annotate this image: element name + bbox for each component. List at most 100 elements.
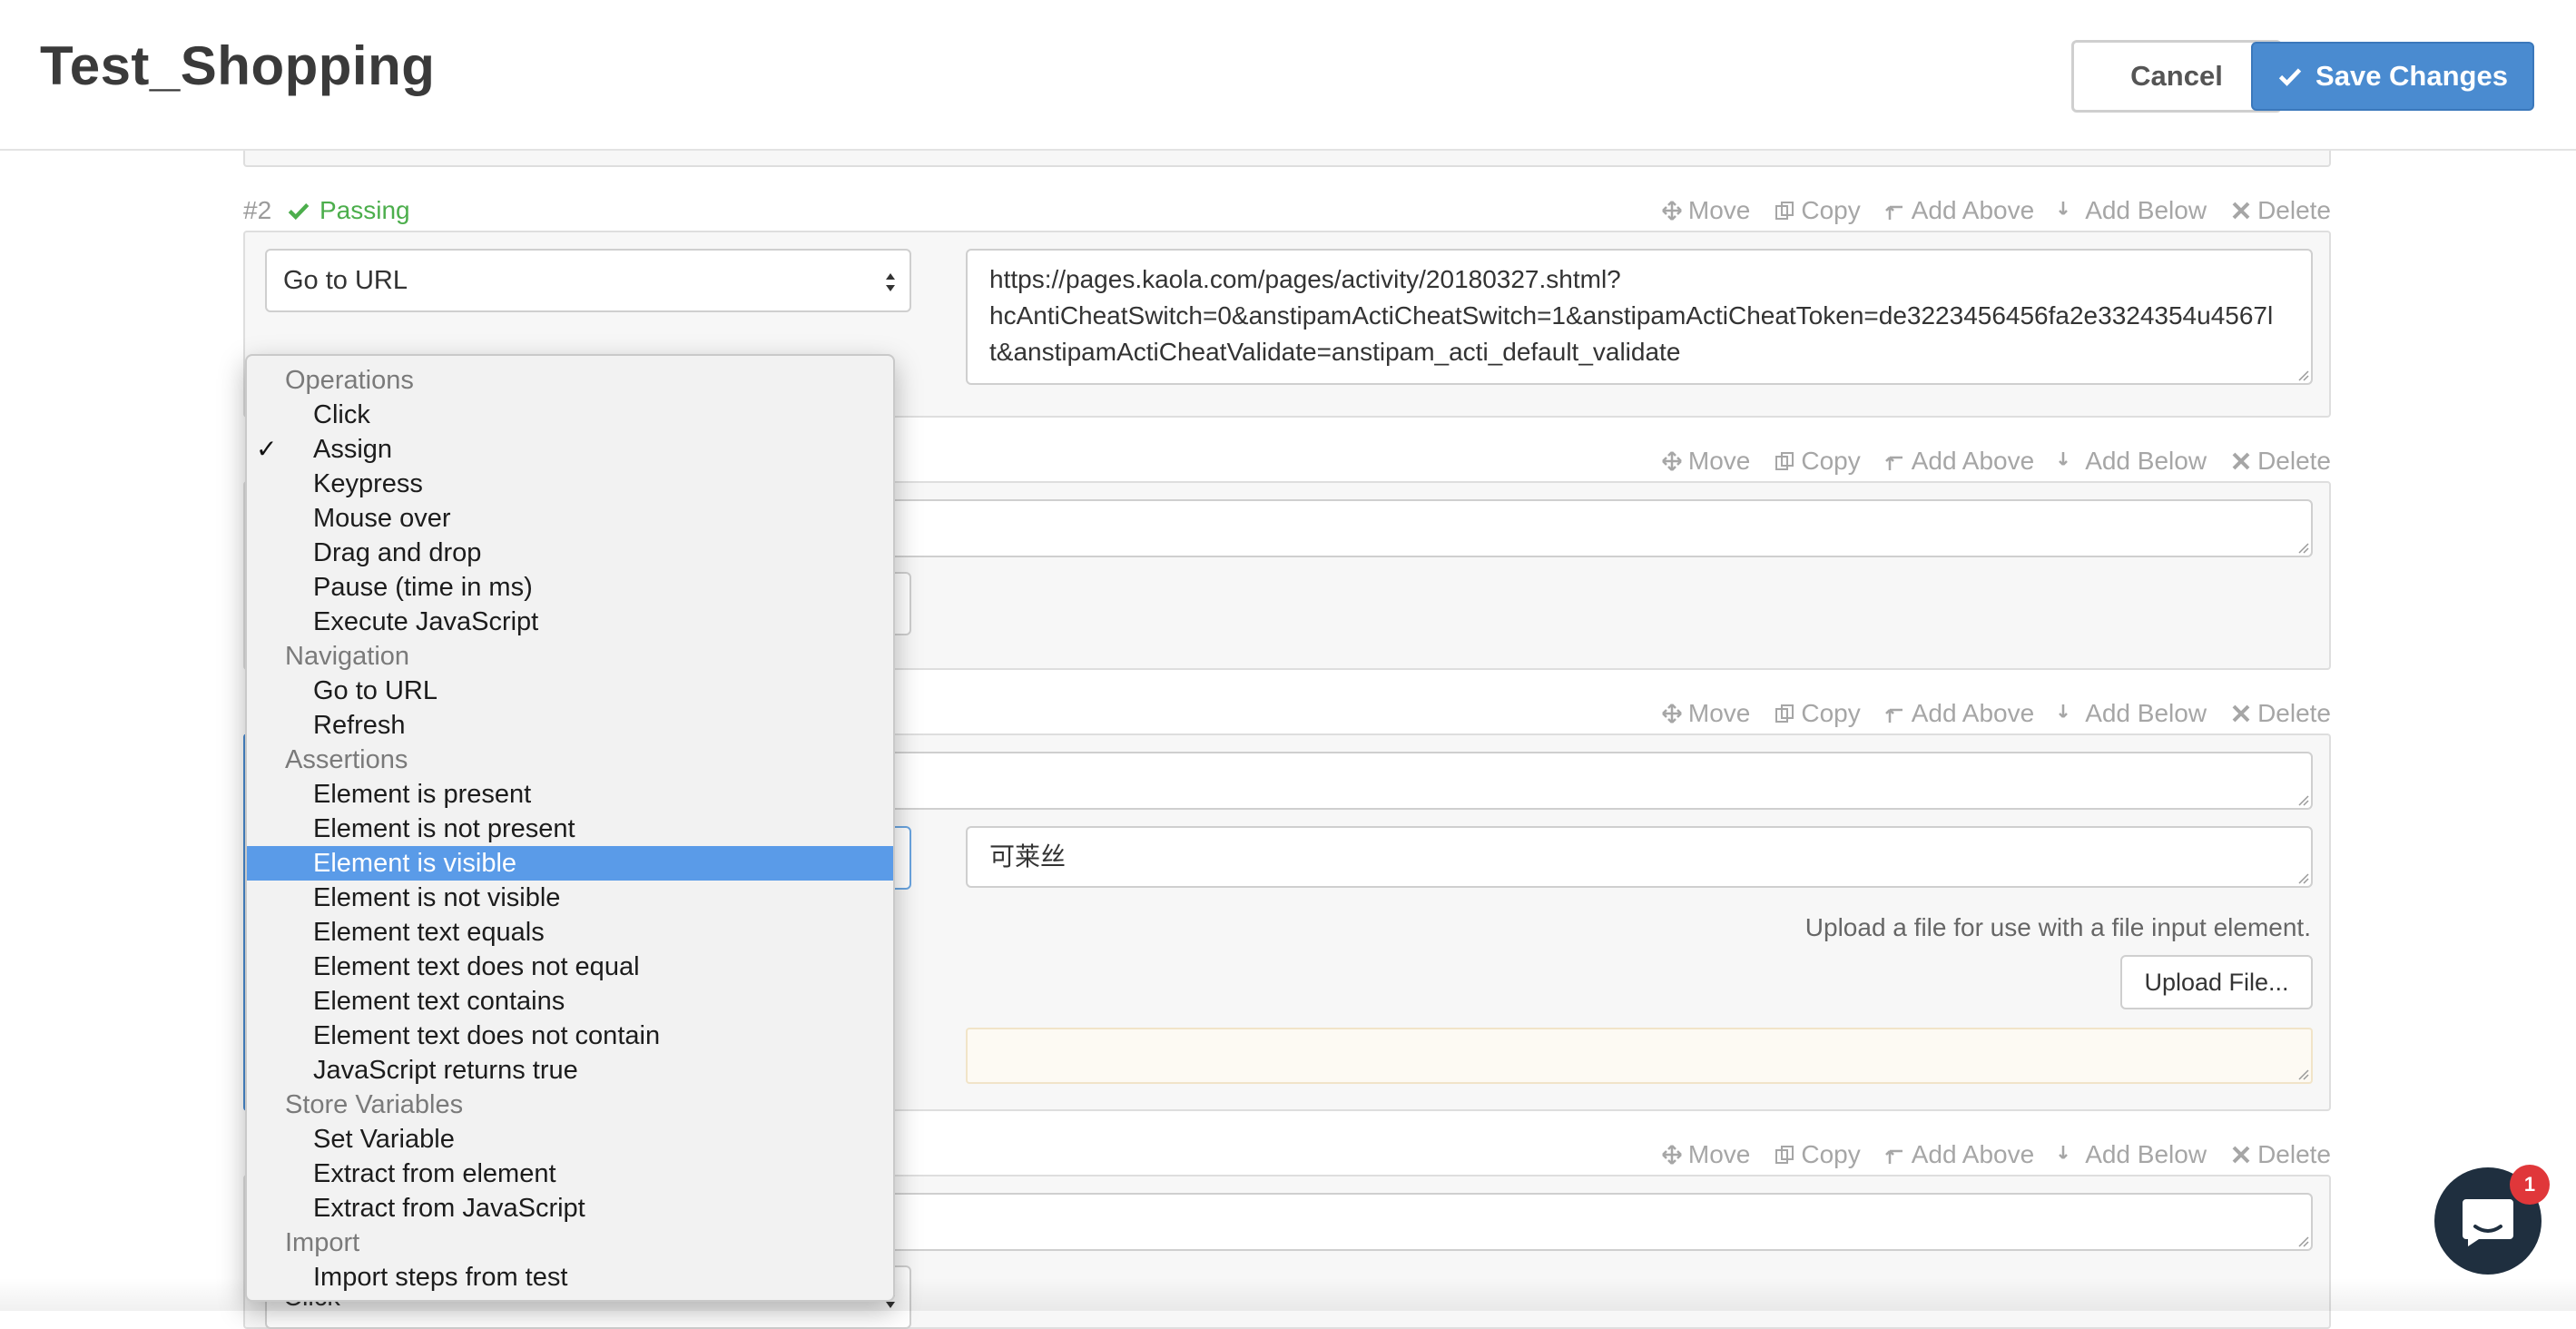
- dropdown-option[interactable]: Extract from JavaScript: [247, 1191, 893, 1226]
- url-field[interactable]: https://pages.kaola.com/pages/activity/2…: [966, 249, 2313, 385]
- dropdown-item-label: JavaScript returns true: [313, 1056, 578, 1085]
- notes-field[interactable]: [966, 1028, 2313, 1084]
- arrow-up-icon: [1884, 456, 1903, 470]
- copy-action[interactable]: Copy: [1774, 699, 1861, 728]
- copy-label: Copy: [1801, 1140, 1861, 1168]
- resize-grip-icon: [2298, 370, 2309, 381]
- delete-label: Delete: [2257, 1140, 2331, 1168]
- dropdown-option[interactable]: Set Variable: [247, 1122, 893, 1157]
- dropdown-group-label: Import: [247, 1226, 893, 1260]
- dropdown-option[interactable]: Import steps from test: [247, 1260, 893, 1295]
- dropdown-option[interactable]: Element text does not equal: [247, 950, 893, 984]
- step-actions: Move Copy Add Above Add Below Delete: [1661, 1140, 2331, 1169]
- move-action[interactable]: Move: [1661, 1140, 1750, 1169]
- step-type-select[interactable]: Go to URL: [265, 249, 911, 312]
- dropdown-item-label: Pause (time in ms): [313, 573, 533, 602]
- dropdown-option[interactable]: Element is present: [247, 777, 893, 812]
- delete-label: Delete: [2257, 447, 2331, 475]
- add-above-label: Add Above: [1911, 1140, 2035, 1168]
- checkmark-icon: ✓: [256, 435, 278, 463]
- copy-label: Copy: [1801, 196, 1861, 224]
- checkmark-icon: [2278, 68, 2302, 86]
- add-above-action[interactable]: Add Above: [1884, 196, 2034, 225]
- copy-icon: [1775, 704, 1794, 723]
- dropdown-item-label: Extract from element: [313, 1159, 556, 1188]
- copy-action[interactable]: Copy: [1774, 196, 1861, 225]
- dropdown-option[interactable]: Go to URL: [247, 674, 893, 708]
- page-title: Test_Shopping: [40, 35, 436, 96]
- dropdown-option[interactable]: Element is visible: [247, 846, 893, 881]
- copy-action[interactable]: Copy: [1774, 1140, 1861, 1169]
- dropdown-option[interactable]: Keypress: [247, 467, 893, 501]
- save-changes-button[interactable]: Save Changes: [2251, 42, 2534, 111]
- move-action[interactable]: Move: [1661, 196, 1750, 225]
- step-actions: Move Copy Add Above Add Below Delete: [1661, 196, 2331, 225]
- url-line-1: https://pages.kaola.com/pages/activity/2…: [989, 265, 1621, 293]
- value-field[interactable]: 可莱丝: [966, 826, 2313, 888]
- move-action[interactable]: Move: [1661, 447, 1750, 476]
- resize-grip-icon: [2298, 873, 2309, 884]
- status-label: Passing: [320, 196, 410, 224]
- dropdown-option[interactable]: Element is not present: [247, 812, 893, 846]
- add-above-action[interactable]: Add Above: [1884, 447, 2034, 476]
- add-below-action[interactable]: Add Below: [2058, 196, 2207, 225]
- copy-icon: [1775, 1146, 1794, 1164]
- move-icon: [1662, 201, 1682, 221]
- add-above-label: Add Above: [1911, 447, 2035, 475]
- dropdown-item-label: Set Variable: [313, 1125, 455, 1154]
- dropdown-item-label: Element is visible: [313, 849, 517, 878]
- dropdown-option[interactable]: Refresh: [247, 708, 893, 743]
- step-status: Passing: [287, 196, 410, 225]
- move-label: Move: [1687, 196, 1751, 224]
- dropdown-item-label: Assertions: [285, 745, 408, 774]
- close-icon: [2232, 452, 2250, 470]
- add-below-label: Add Below: [2085, 1140, 2207, 1168]
- add-above-action[interactable]: Add Above: [1884, 1140, 2034, 1169]
- add-above-action[interactable]: Add Above: [1884, 699, 2034, 728]
- step-type-dropdown[interactable]: Operations Click ✓ Assign Keypress Mouse over…: [245, 354, 895, 1302]
- close-icon: [2232, 202, 2250, 220]
- dropdown-option[interactable]: Pause (time in ms): [247, 570, 893, 605]
- save-changes-label: Save Changes: [2315, 60, 2508, 92]
- dropdown-option[interactable]: Extract from element: [247, 1157, 893, 1191]
- arrow-down-icon: [2059, 1146, 2069, 1159]
- add-below-action[interactable]: Add Below: [2058, 447, 2207, 476]
- add-below-action[interactable]: Add Below: [2058, 699, 2207, 728]
- dropdown-option[interactable]: Execute JavaScript: [247, 605, 893, 639]
- copy-action[interactable]: Copy: [1774, 447, 1861, 476]
- dropdown-item-label: Element text equals: [313, 918, 545, 947]
- dropdown-group-label: Operations: [247, 363, 893, 398]
- delete-action[interactable]: Delete: [2230, 699, 2331, 728]
- url-line-3: t&anstipamActiCheatValidate=anstipam_act…: [989, 338, 1681, 366]
- resize-grip-icon: [2298, 795, 2309, 806]
- dropdown-option[interactable]: Element text contains: [247, 984, 893, 1019]
- check-icon: [288, 202, 310, 221]
- dropdown-option[interactable]: JavaScript returns true: [247, 1053, 893, 1088]
- resize-grip-icon: [2298, 543, 2309, 554]
- dropdown-item-label: Drag and drop: [313, 538, 482, 567]
- dropdown-item-label: Element text contains: [313, 987, 565, 1016]
- dropdown-item-label: Click: [313, 400, 370, 429]
- delete-action[interactable]: Delete: [2230, 1140, 2331, 1169]
- dropdown-option[interactable]: Mouse over: [247, 501, 893, 536]
- dropdown-option[interactable]: Element text equals: [247, 915, 893, 950]
- dropdown-option[interactable]: Element is not visible: [247, 881, 893, 915]
- delete-action[interactable]: Delete: [2230, 447, 2331, 476]
- close-icon: [2232, 704, 2250, 723]
- page-header: Test_Shopping Cancel Save Changes: [0, 0, 2576, 151]
- upload-file-button[interactable]: Upload File...: [2120, 955, 2313, 1009]
- arrow-down-icon: [2059, 202, 2069, 215]
- dropdown-option[interactable]: Drag and drop: [247, 536, 893, 570]
- move-action[interactable]: Move: [1661, 699, 1750, 728]
- delete-action[interactable]: Delete: [2230, 196, 2331, 225]
- notification-badge: 1: [2510, 1165, 2550, 1205]
- step-actions: Move Copy Add Above Add Below Delete: [1661, 699, 2331, 728]
- dropdown-option[interactable]: Click: [247, 398, 893, 432]
- add-below-action[interactable]: Add Below: [2058, 1140, 2207, 1169]
- dropdown-option[interactable]: Element text does not contain: [247, 1019, 893, 1053]
- dropdown-item-label: Navigation: [285, 642, 410, 671]
- dropdown-option[interactable]: ✓ Assign: [247, 432, 893, 467]
- copy-icon: [1775, 452, 1794, 470]
- move-icon: [1662, 1145, 1682, 1165]
- dropdown-item-label: Import steps from test: [313, 1263, 568, 1292]
